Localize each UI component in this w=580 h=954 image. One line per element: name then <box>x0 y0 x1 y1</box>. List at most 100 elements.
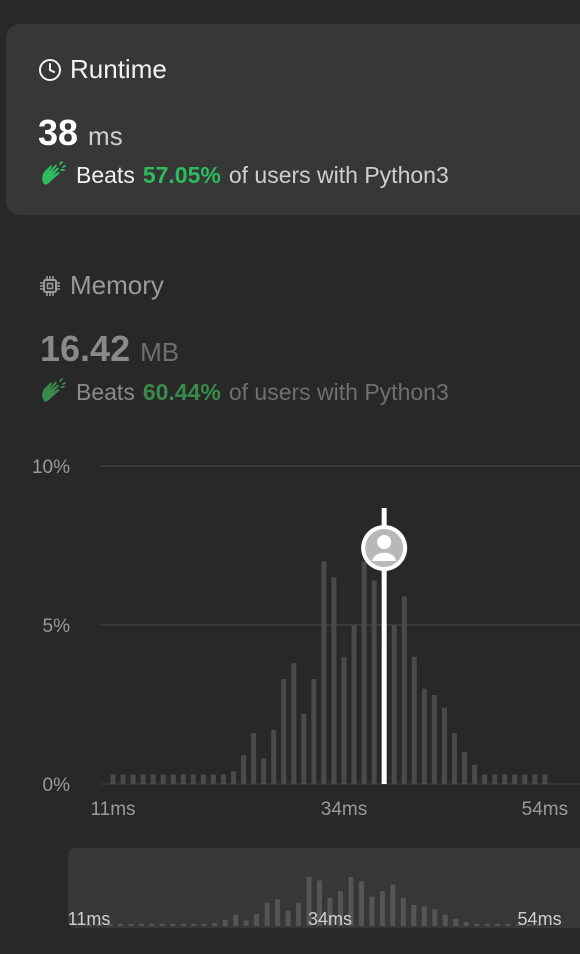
histogram-bar[interactable] <box>140 774 146 784</box>
histogram-bar[interactable] <box>281 679 287 784</box>
runtime-title-text: Runtime <box>70 54 167 84</box>
histogram-bar[interactable] <box>391 625 397 784</box>
histogram-bar[interactable] <box>351 625 357 784</box>
x-tick-label: 11ms <box>90 799 135 820</box>
x-tick-label: 34ms <box>321 799 367 820</box>
histogram-bar[interactable] <box>200 774 206 784</box>
histogram-bar[interactable] <box>542 774 548 784</box>
runtime-unit: ms <box>88 121 123 151</box>
minimap-bar <box>296 902 302 926</box>
histogram-bar[interactable] <box>512 774 518 784</box>
clock-icon <box>39 58 61 81</box>
runtime-value: 38 <box>38 112 79 153</box>
minimap-bar <box>379 891 385 926</box>
histogram-bar[interactable] <box>190 774 196 784</box>
histogram-bar[interactable] <box>361 561 367 784</box>
histogram-bar[interactable] <box>120 774 126 784</box>
histogram-bar[interactable] <box>271 729 277 784</box>
minimap-bar <box>264 902 270 926</box>
user-avatar-icon[interactable] <box>361 525 408 571</box>
runtime-beats-suffix: of users with Python3 <box>228 161 449 188</box>
histogram-bar[interactable] <box>291 663 297 784</box>
histogram-bar[interactable] <box>331 577 337 784</box>
histogram-bar[interactable] <box>170 774 176 784</box>
minimap-bar <box>400 898 406 926</box>
clapping-hands-icon <box>42 161 66 185</box>
minimap-bar <box>138 923 144 926</box>
minimap-x-tick-label: 54ms <box>518 909 562 928</box>
histogram-bar[interactable] <box>411 656 417 784</box>
histogram-bar[interactable] <box>220 774 226 784</box>
minimap-bar <box>222 919 228 926</box>
memory-beats-percent: 60.44% <box>142 378 221 405</box>
minimap-bar <box>453 919 459 926</box>
histogram-bar[interactable] <box>462 752 468 784</box>
histogram-bar[interactable] <box>502 774 508 784</box>
histogram-bar[interactable] <box>311 679 317 784</box>
minimap-bar <box>474 923 480 926</box>
minimap-bar <box>243 920 249 926</box>
runtime-value-row: 38 ms <box>38 112 123 154</box>
histogram-bar[interactable] <box>301 714 307 784</box>
minimap-bar <box>369 896 375 926</box>
memory-title-text: Memory <box>70 270 164 300</box>
histogram-bar[interactable] <box>492 774 498 784</box>
minimap-bar <box>432 909 438 926</box>
histogram-bar[interactable] <box>180 774 186 784</box>
histogram-bar[interactable] <box>441 707 447 784</box>
histogram-bar[interactable] <box>160 774 166 784</box>
histogram-bar[interactable] <box>431 694 437 784</box>
minimap-bar <box>505 923 511 926</box>
histogram-bar[interactable] <box>472 764 478 784</box>
minimap-bar <box>463 921 469 926</box>
histogram-bar[interactable] <box>210 774 216 784</box>
x-tick-label: 54ms <box>522 799 568 820</box>
chart-range-minimap[interactable]: 11ms 34ms 54ms <box>68 848 580 928</box>
memory-value-row: 16.42 MB <box>40 328 179 370</box>
minimap-bar <box>201 923 207 926</box>
histogram-bar[interactable] <box>421 688 427 784</box>
minimap-bar <box>484 923 490 926</box>
minimap-bar <box>358 881 364 926</box>
histogram-bar[interactable] <box>241 755 247 784</box>
minimap-chart: 11ms 34ms 54ms <box>68 877 562 928</box>
minimap-bar <box>212 923 218 926</box>
minimap-bar <box>170 923 176 926</box>
minimap-bar <box>495 923 501 926</box>
memory-value: 16.42 <box>40 328 131 369</box>
histogram-bar[interactable] <box>150 774 156 784</box>
minimap-bar <box>411 905 417 926</box>
minimap-bar <box>254 914 260 926</box>
histogram-bar[interactable] <box>231 771 237 784</box>
histogram-bar[interactable] <box>341 656 347 784</box>
histogram-bar[interactable] <box>371 580 377 784</box>
clapping-hands-icon <box>42 378 66 402</box>
submission-detail: Runtime 38 ms Beats 57.05% of users with… <box>0 0 580 954</box>
histogram-bar[interactable] <box>130 774 136 784</box>
memory-title[interactable]: Memory <box>38 270 164 301</box>
histogram-bar[interactable] <box>482 774 488 784</box>
minimap-bar <box>390 884 396 926</box>
y-tick-label: 0% <box>43 775 71 796</box>
histogram-bar[interactable] <box>261 758 267 784</box>
histogram-bar[interactable] <box>110 774 116 784</box>
histogram-bar[interactable] <box>532 774 538 784</box>
minimap-bar <box>275 899 281 926</box>
runtime-distribution-chart[interactable]: 10% 5% 0% 11ms 34ms 54ms <box>0 440 580 830</box>
histogram-bar[interactable] <box>401 596 407 784</box>
minimap-bar <box>285 910 291 926</box>
memory-beats: Beats 60.44% of users with Python3 <box>38 377 449 407</box>
chip-icon <box>40 275 60 296</box>
runtime-beats: Beats 57.05% of users with Python3 <box>38 160 449 190</box>
minimap-bar <box>149 923 155 926</box>
runtime-title: Runtime <box>38 54 167 85</box>
histogram-bar[interactable] <box>321 561 327 784</box>
minimap-bar <box>421 906 427 926</box>
minimap-bar <box>159 923 165 926</box>
histogram-bar[interactable] <box>251 733 257 784</box>
histogram-bar[interactable] <box>451 733 457 784</box>
memory-beats-suffix: of users with Python3 <box>228 378 449 405</box>
minimap-bar <box>128 923 134 926</box>
runtime-beats-percent: 57.05% <box>142 161 221 188</box>
histogram-bar[interactable] <box>522 774 528 784</box>
